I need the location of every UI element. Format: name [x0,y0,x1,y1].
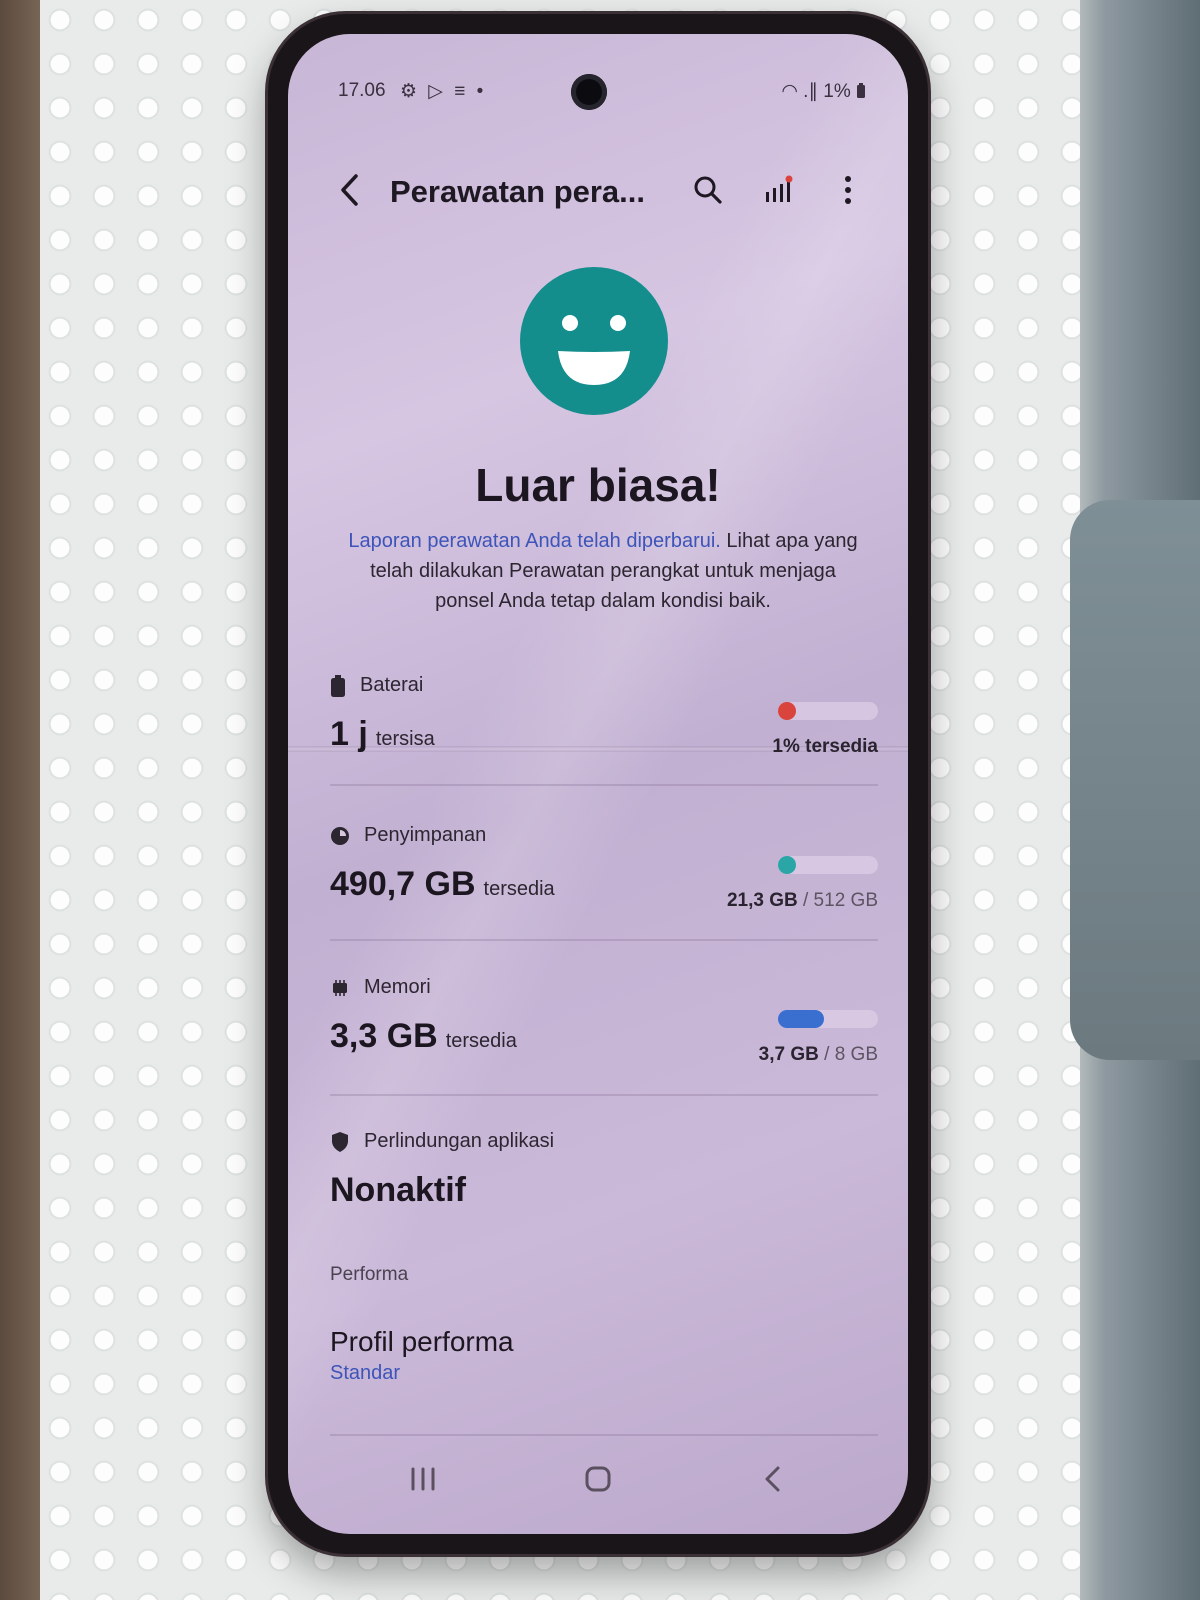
stats-icon [766,175,793,202]
back-icon [341,174,358,206]
battery-meter-fill [778,702,796,720]
storage-meter-fill [778,856,796,874]
memory-caption: 3,7 GB / 8 GB [758,1044,878,1065]
signal-icon: ◠ .∥ [781,81,818,102]
memory-row[interactable]: Memori 3,3 GB tersedia 3,7 GB / 8 GB [330,976,878,1066]
phone-device: 17.06 ⚙ ▷ ≡ • ◠ .∥ 1% Perawatan pera... [268,14,928,1554]
battery-time-value: 1 j [330,715,368,753]
phone-screen: 17.06 ⚙ ▷ ≡ • ◠ .∥ 1% Perawatan pera... [288,34,908,1534]
performance-profile-value: Standar [330,1362,401,1384]
divider [330,939,878,941]
report-link[interactable]: Laporan perawatan Anda telah diperbarui. [348,530,721,552]
performance-profile-title: Profil performa [330,1326,514,1357]
storage-row[interactable]: Penyimpanan 490,7 GB tersedia 21,3 GB / … [330,824,878,914]
report-description: Laporan perawatan Anda telah diperbarui.… [338,526,868,616]
battery-time-unit: tersisa [375,728,435,750]
background-fabric [1070,500,1200,1060]
storage-caption: 21,3 GB / 512 GB [726,890,878,911]
recents-button[interactable] [393,1454,453,1504]
memory-meter-fill [778,1010,824,1028]
storage-meter [778,856,878,874]
app-protection-label: Perlindungan aplikasi [364,1130,555,1152]
memory-available-value: 3,3 GB [330,1017,438,1055]
app-protection-row[interactable]: Perlindungan aplikasi Nonaktif [330,1130,878,1220]
back-button[interactable] [328,160,372,220]
battery-percent: 1% [823,81,851,102]
more-icon [845,176,851,204]
performance-section-label: Performa [330,1264,409,1285]
memory-chip-icon [333,979,347,996]
navigation-bar [288,1454,908,1504]
divider [330,1434,878,1436]
battery-icon [331,674,345,697]
memory-meter [778,1010,878,1028]
front-camera [571,74,607,110]
home-icon [585,1466,611,1492]
search-button[interactable] [688,170,728,210]
status-time: 17.06 [338,80,386,101]
status-right: ◠ .∥ 1% [781,80,866,103]
back-nav-icon [765,1466,780,1492]
battery-meter [778,702,878,720]
battery-icon [857,83,865,98]
battery-row[interactable]: Baterai 1 j tersisa 1% tersedia [330,674,878,764]
page-title: Perawatan pera... [390,174,646,209]
performance-profile-item[interactable]: Profil performa Standar [330,1326,878,1406]
battery-label: Baterai [360,674,424,696]
smiley-status-icon [520,267,668,415]
app-bar: Perawatan pera... [328,160,868,220]
memory-available-unit: tersedia [445,1030,517,1052]
app-bar-actions [688,160,868,220]
status-headline: Luar biasa! [475,459,721,511]
home-button[interactable] [568,1454,628,1504]
app-protection-status: Nonaktif [330,1171,466,1209]
storage-available-unit: tersedia [483,878,555,900]
battery-caption: 1% tersedia [772,736,878,757]
recents-icon [411,1467,435,1491]
memory-label: Memori [364,976,431,998]
back-nav-button[interactable] [743,1454,803,1504]
storage-label: Penyimpanan [364,824,487,846]
search-icon [694,176,722,204]
divider [330,784,878,786]
notification-icons: ⚙ ▷ ≡ • [400,81,487,102]
shield-icon [332,1131,348,1152]
more-options-button[interactable] [828,170,868,210]
storage-pie-icon [331,826,349,845]
report-button[interactable] [758,170,798,210]
divider [330,1094,878,1096]
storage-available-value: 490,7 GB [330,865,476,903]
